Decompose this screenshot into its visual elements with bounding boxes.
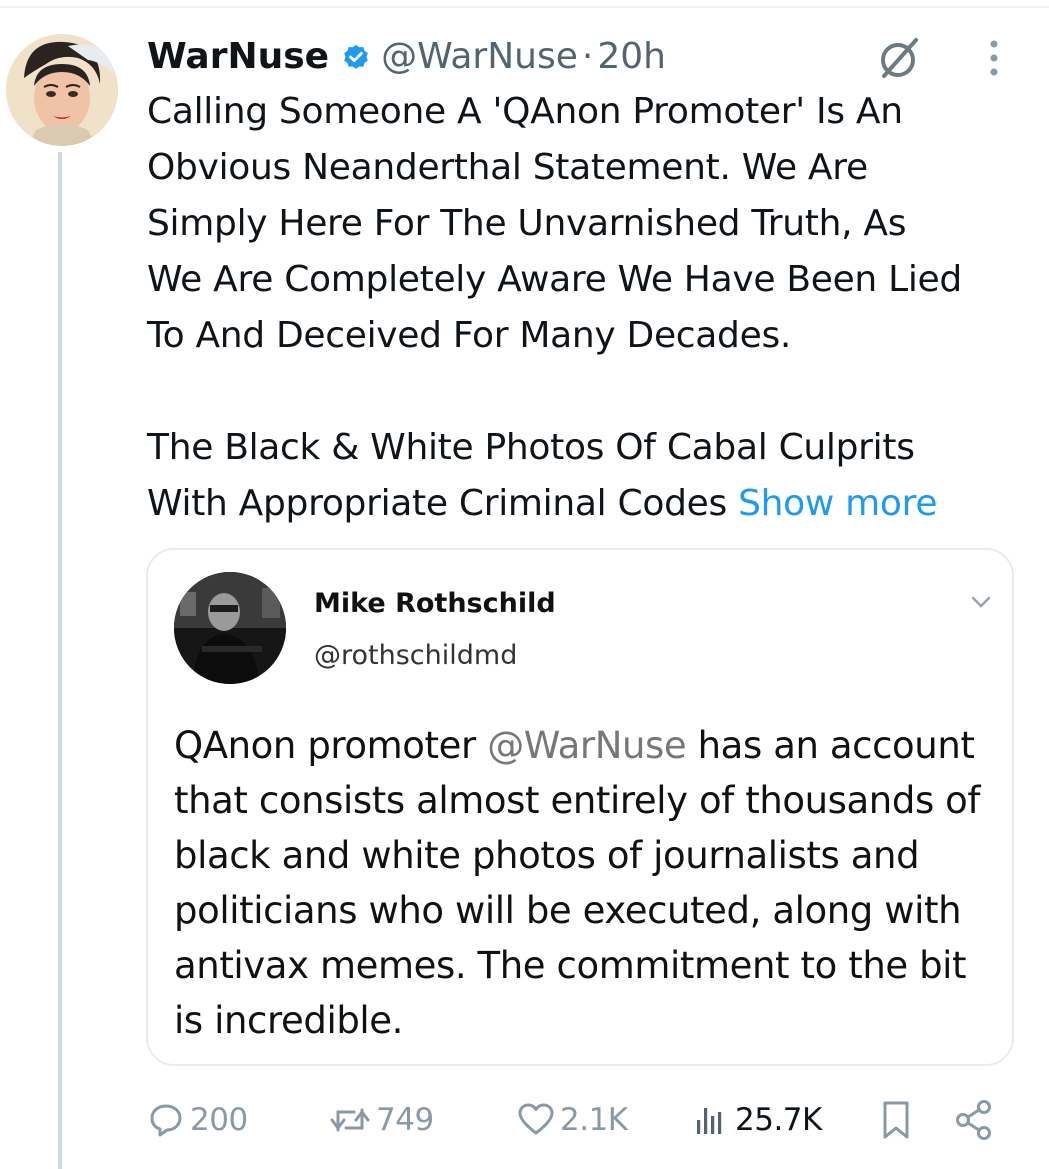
reply-button[interactable]: 200 bbox=[146, 1090, 248, 1150]
quoted-text-suffix: has an account that consists almost enti… bbox=[174, 724, 981, 1042]
quoted-author-avatar-image bbox=[174, 572, 286, 684]
reply-icon bbox=[150, 1104, 182, 1137]
author-display-name[interactable]: WarNuse bbox=[147, 36, 329, 77]
verified-badge-icon[interactable] bbox=[341, 41, 371, 71]
grok-icon[interactable] bbox=[872, 32, 924, 84]
bookmark-button[interactable] bbox=[878, 1090, 918, 1150]
author-handle[interactable]: @WarNuse bbox=[381, 36, 578, 77]
repost-button[interactable]: 749 bbox=[328, 1090, 434, 1150]
header-separator: · bbox=[581, 35, 594, 77]
reply-count: 200 bbox=[190, 1102, 248, 1138]
tweet-text: Calling Someone A 'QAnon Promoter' Is An… bbox=[147, 84, 1027, 532]
thread-line bbox=[58, 152, 62, 1169]
more-options-icon[interactable] bbox=[980, 38, 1008, 78]
quoted-mention-link[interactable]: @WarNuse bbox=[487, 724, 686, 767]
tweet-header: WarNuse @WarNuse · 20h bbox=[147, 30, 666, 82]
tweet-timestamp[interactable]: 20h bbox=[597, 36, 666, 77]
author-avatar[interactable] bbox=[6, 34, 118, 146]
tweet-text-paragraph-2: The Black & White Photos Of Cabal Culpri… bbox=[147, 420, 1027, 532]
author-avatar-image bbox=[6, 34, 118, 146]
share-button[interactable] bbox=[954, 1090, 998, 1150]
chevron-down-icon[interactable] bbox=[970, 594, 992, 608]
quoted-author-handle[interactable]: @rothschildmd bbox=[314, 640, 517, 671]
views-button[interactable]: 25.7K bbox=[691, 1090, 822, 1150]
action-bar: 200 749 2.1K 25.7K bbox=[146, 1090, 1006, 1150]
quoted-author-name[interactable]: Mike Rothschild bbox=[314, 588, 556, 619]
heart-icon bbox=[518, 1103, 554, 1135]
top-divider bbox=[0, 6, 1049, 8]
bookmark-icon bbox=[883, 1101, 909, 1139]
view-count: 25.7K bbox=[735, 1102, 822, 1138]
show-more-link[interactable]: Show more bbox=[738, 483, 937, 524]
quoted-author-avatar[interactable] bbox=[174, 572, 286, 684]
tweet-text-paragraph-1: Calling Someone A 'QAnon Promoter' Is An… bbox=[147, 91, 962, 356]
repost-icon bbox=[330, 1108, 370, 1132]
quoted-tweet-text: QAnon promoter @WarNuse has an account t… bbox=[174, 718, 994, 1048]
like-count: 2.1K bbox=[560, 1102, 628, 1138]
like-button[interactable]: 2.1K bbox=[516, 1090, 628, 1150]
quoted-text-prefix: QAnon promoter bbox=[174, 724, 488, 767]
share-icon bbox=[956, 1100, 991, 1140]
repost-count: 749 bbox=[376, 1102, 434, 1138]
quoted-tweet-card[interactable]: Mike Rothschild @rothschildmd QAnon prom… bbox=[146, 548, 1014, 1066]
analytics-icon bbox=[697, 1108, 722, 1134]
